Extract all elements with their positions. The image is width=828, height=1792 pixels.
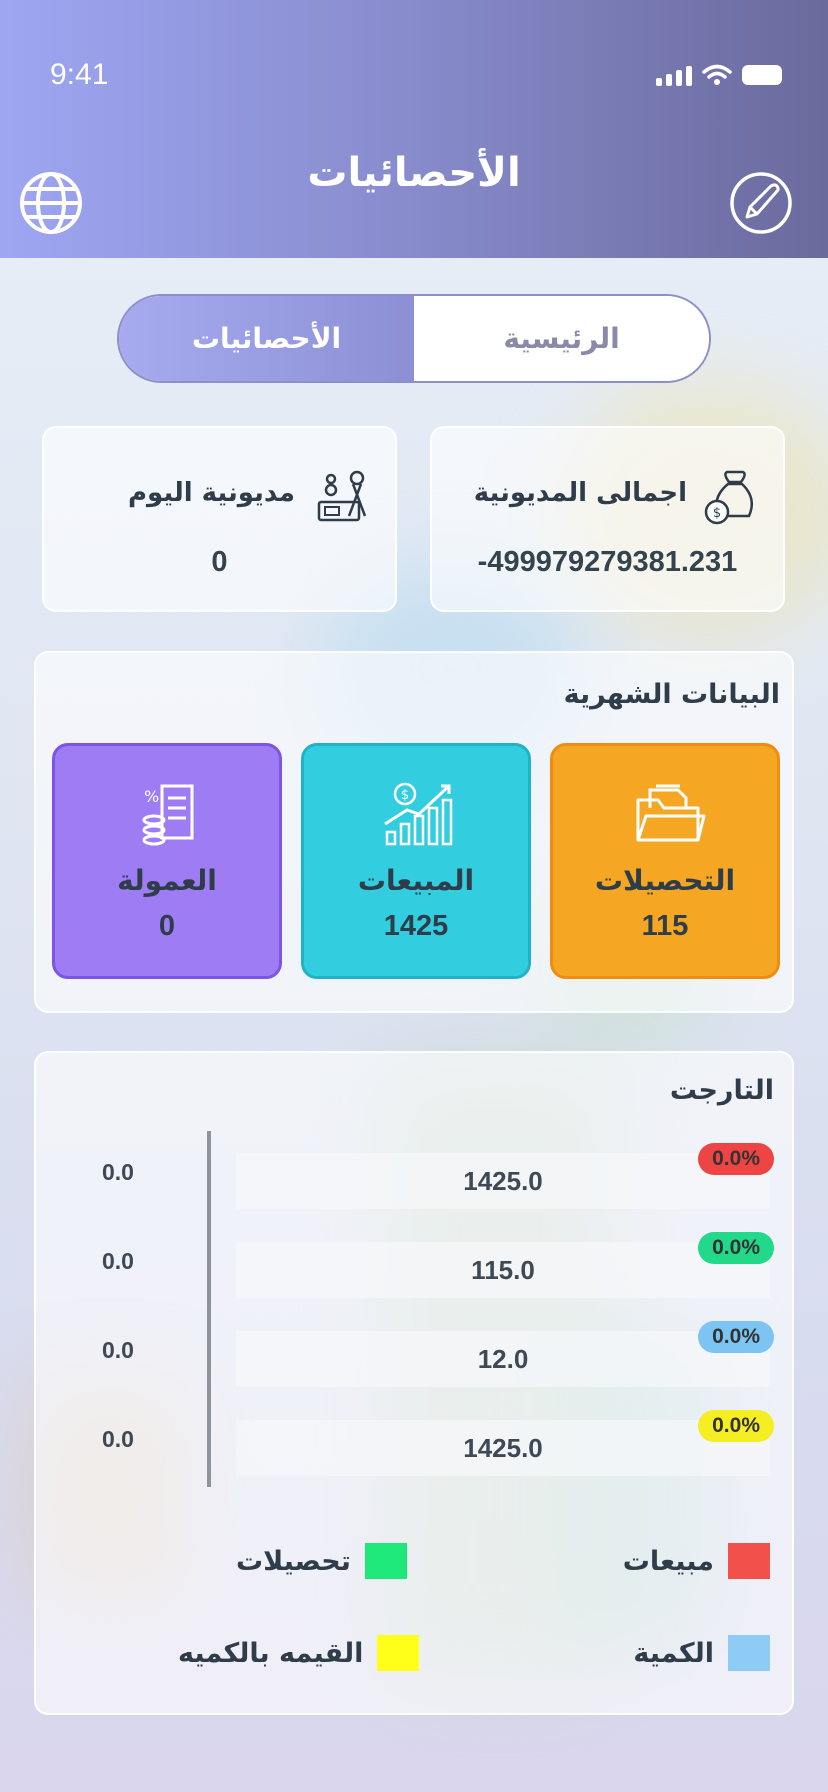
sales-chart-icon: $ [384,782,453,846]
status-icons [656,64,782,86]
target-row-collections: 0.0 115.0 0.0% [36,1232,792,1302]
legend-swatch [728,1543,770,1579]
cash-register-icon [317,470,367,522]
total-debt-label: اجمالى المديونية [473,478,687,508]
battery-icon [742,65,782,85]
signal-icon [656,64,692,86]
legend-label: تحصيلات [236,1545,351,1577]
collections-tile[interactable]: التحصيلات 115 [550,743,780,979]
target-percent-badge: 0.0% [698,1143,774,1175]
legend-collections: تحصيلات [236,1543,407,1579]
target-row-quantity: 0.0 12.0 0.0% [36,1321,792,1391]
svg-text:$: $ [401,788,409,803]
total-debt-value: -499979279381.231 [477,546,738,578]
target-bar: 1425.0 [236,1420,770,1476]
target-percent-badge: 0.0% [698,1321,774,1353]
svg-text:%: % [144,787,159,806]
legend-sales: مبيعات [623,1543,770,1579]
commission-label: العمولة [117,864,217,897]
tab-statistics[interactable]: الأحصائيات [119,296,414,381]
target-row-sales: 0.0 1425.0 0.0% [36,1143,792,1213]
tab-home[interactable]: الرئيسية [414,296,709,381]
target-percent-badge: 0.0% [698,1410,774,1442]
target-percent-badge: 0.0% [698,1232,774,1264]
target-left-value: 0.0 [102,1248,134,1274]
legend-label: مبيعات [622,1545,714,1577]
target-left-value: 0.0 [102,1159,134,1185]
today-debt-value: 0 [211,546,228,578]
monthly-data-title: البيانات الشهرية [563,679,780,710]
svg-text:$: $ [713,506,721,521]
legend-label: القيمه بالكميه [178,1637,364,1669]
legend-value-quantity: القيمه بالكميه [178,1635,420,1671]
invoice-icon: % [142,784,194,846]
tab-switcher: الأحصائيات الرئيسية [117,294,711,383]
legend-swatch [364,1543,407,1579]
sales-label: المبيعات [357,864,475,897]
commission-tile[interactable]: % العمولة 0 [52,743,282,979]
collections-label: التحصيلات [594,864,736,897]
wifi-icon [702,64,732,85]
monthly-data-card: البيانات الشهرية % العمولة 0 $ المبيعات … [34,651,794,1013]
target-bar: 1425.0 [236,1153,770,1209]
target-left-value: 0.0 [102,1337,134,1363]
legend-quantity: الكمية [633,1635,770,1671]
target-bar: 115.0 [236,1242,770,1298]
target-title: التارجت [669,1075,774,1106]
legend-swatch [377,1635,420,1671]
commission-value: 0 [158,910,176,942]
folder-icon [636,784,706,842]
edit-icon[interactable] [728,170,794,236]
total-debt-card: اجمالى المديونية $ -499979279381.231 [430,426,785,612]
status-time: 9:41 [50,58,109,91]
target-row-value-quantity: 0.0 1425.0 0.0% [36,1410,792,1480]
legend-label: الكمية [633,1637,714,1669]
money-bag-icon: $ [704,470,754,525]
target-bar: 12.0 [236,1331,770,1387]
page-title: الأحصائيات [307,150,521,196]
today-debt-card: مديونية اليوم 0 [42,426,397,612]
today-debt-label: مديونية اليوم [127,478,295,508]
target-left-value: 0.0 [102,1426,134,1452]
sales-value: 1425 [383,910,449,942]
target-card: التارجت 0.0 1425.0 0.0% 0.0 115.0 0.0% 0… [34,1051,794,1715]
legend-swatch [728,1635,770,1671]
header-bar: 9:41 الأحصائيات [0,0,828,258]
sales-tile[interactable]: $ المبيعات 1425 [301,743,531,979]
collections-value: 115 [641,910,689,942]
